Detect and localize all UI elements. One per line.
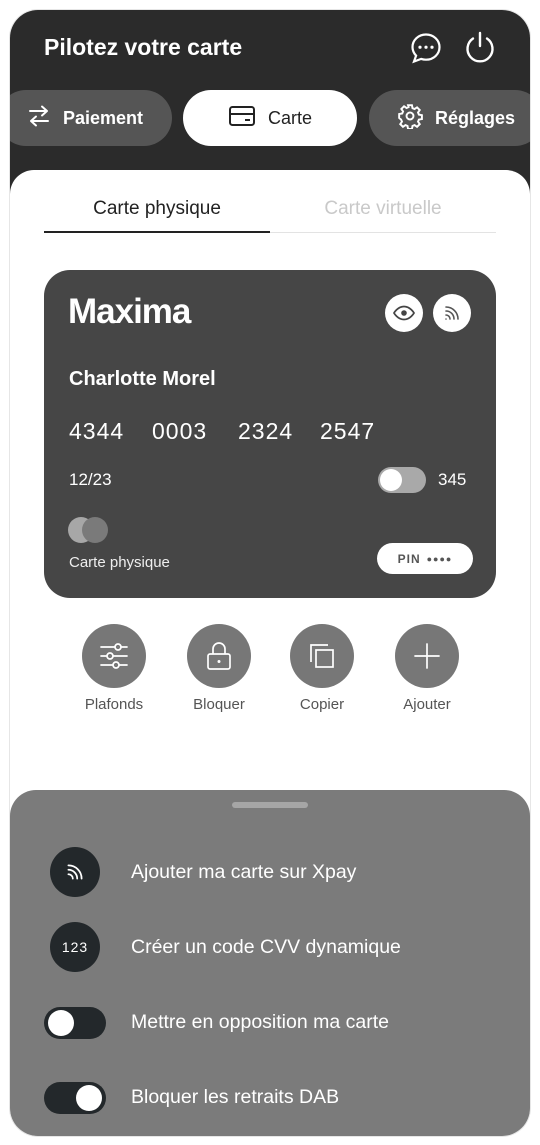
sheet-item-opposition[interactable]: Mettre en opposition ma carte <box>44 996 504 1048</box>
opposition-toggle[interactable] <box>44 1007 106 1039</box>
tab-active-indicator <box>44 231 270 233</box>
nav-paiement-label: Paiement <box>62 107 144 128</box>
contactless-icon <box>50 847 100 897</box>
nav-carte[interactable]: Carte <box>183 90 357 146</box>
sheet-item-label: Mettre en opposition ma carte <box>131 1010 389 1033</box>
card-cvv: 345 <box>438 470 467 489</box>
power-icon[interactable] <box>462 30 498 66</box>
nav-paiement[interactable]: Paiement <box>10 90 172 146</box>
card-number-group: 2324 <box>238 418 294 444</box>
dab-toggle[interactable] <box>44 1082 106 1114</box>
payment-card: Maxima Charlotte Morel 4344 0003 2324 25… <box>44 270 496 598</box>
copy-icon <box>290 624 354 688</box>
card-network-logo <box>82 517 108 543</box>
plus-icon <box>395 624 459 688</box>
sheet-item-cvv[interactable]: 123 Créer un code CVV dynamique <box>44 921 504 973</box>
toggle-knob <box>48 1010 74 1036</box>
pin-mask: ●●●● <box>426 553 453 564</box>
pin-label: PIN <box>397 551 421 566</box>
action-ajouter[interactable]: Ajouter <box>382 624 472 713</box>
sheet-item-xpay[interactable]: Ajouter ma carte sur Xpay <box>44 846 504 898</box>
cvv-visibility-toggle[interactable] <box>378 467 426 493</box>
card-number-group: 4344 <box>69 418 125 444</box>
pin-button[interactable]: PIN ●●●● <box>377 543 473 574</box>
sheet-item-label: Bloquer les retraits DAB <box>131 1085 340 1108</box>
card-expiry: 12/23 <box>69 470 112 489</box>
card-number-group: 2547 <box>320 418 376 444</box>
sheet-drag-handle[interactable] <box>232 802 308 808</box>
action-copier[interactable]: Copier <box>277 624 367 713</box>
toggle-knob <box>380 469 402 491</box>
gear-icon <box>397 103 423 134</box>
tab-virtual-card[interactable]: Carte virtuelle <box>270 198 496 220</box>
action-ajouter-label: Ajouter <box>403 696 451 713</box>
code-123-icon: 123 <box>50 922 100 972</box>
nav-reglages[interactable]: Réglages <box>369 90 530 146</box>
tab-physical-card[interactable]: Carte physique <box>44 198 270 220</box>
contactless-icon[interactable] <box>433 294 471 332</box>
sheet-item-label: Ajouter ma carte sur Xpay <box>131 860 357 883</box>
action-plafonds-label: Plafonds <box>84 696 144 713</box>
card-type-label: Carte physique <box>69 554 170 571</box>
action-bloquer[interactable]: Bloquer <box>174 624 264 713</box>
transfer-arrows-icon <box>27 105 51 132</box>
sliders-icon <box>82 624 146 688</box>
eye-icon[interactable] <box>385 294 423 332</box>
toggle-knob <box>76 1085 102 1111</box>
action-plafonds[interactable]: Plafonds <box>69 624 159 713</box>
chat-icon[interactable] <box>408 30 444 66</box>
action-copier-label: Copier <box>299 696 345 713</box>
nav-carte-label: Carte <box>267 107 312 128</box>
card-icon <box>228 105 256 132</box>
sheet-item-label: Créer un code CVV dynamique <box>131 935 401 958</box>
bottom-sheet: Ajouter ma carte sur Xpay 123 Créer un c… <box>10 790 530 1136</box>
page-title: Pilotez votre carte <box>44 34 243 60</box>
nav-reglages-label: Réglages <box>434 107 516 128</box>
sheet-item-dab[interactable]: Bloquer les retraits DAB <box>44 1071 504 1123</box>
app-screen: Pilotez votre carte Paiement Carte Régla… <box>10 10 530 1136</box>
lock-icon <box>187 624 251 688</box>
card-holder-name: Charlotte Morel <box>69 368 216 390</box>
card-number-group: 0003 <box>152 418 208 444</box>
card-brand-logo: Maxima <box>68 292 191 331</box>
action-bloquer-label: Bloquer <box>193 696 245 713</box>
